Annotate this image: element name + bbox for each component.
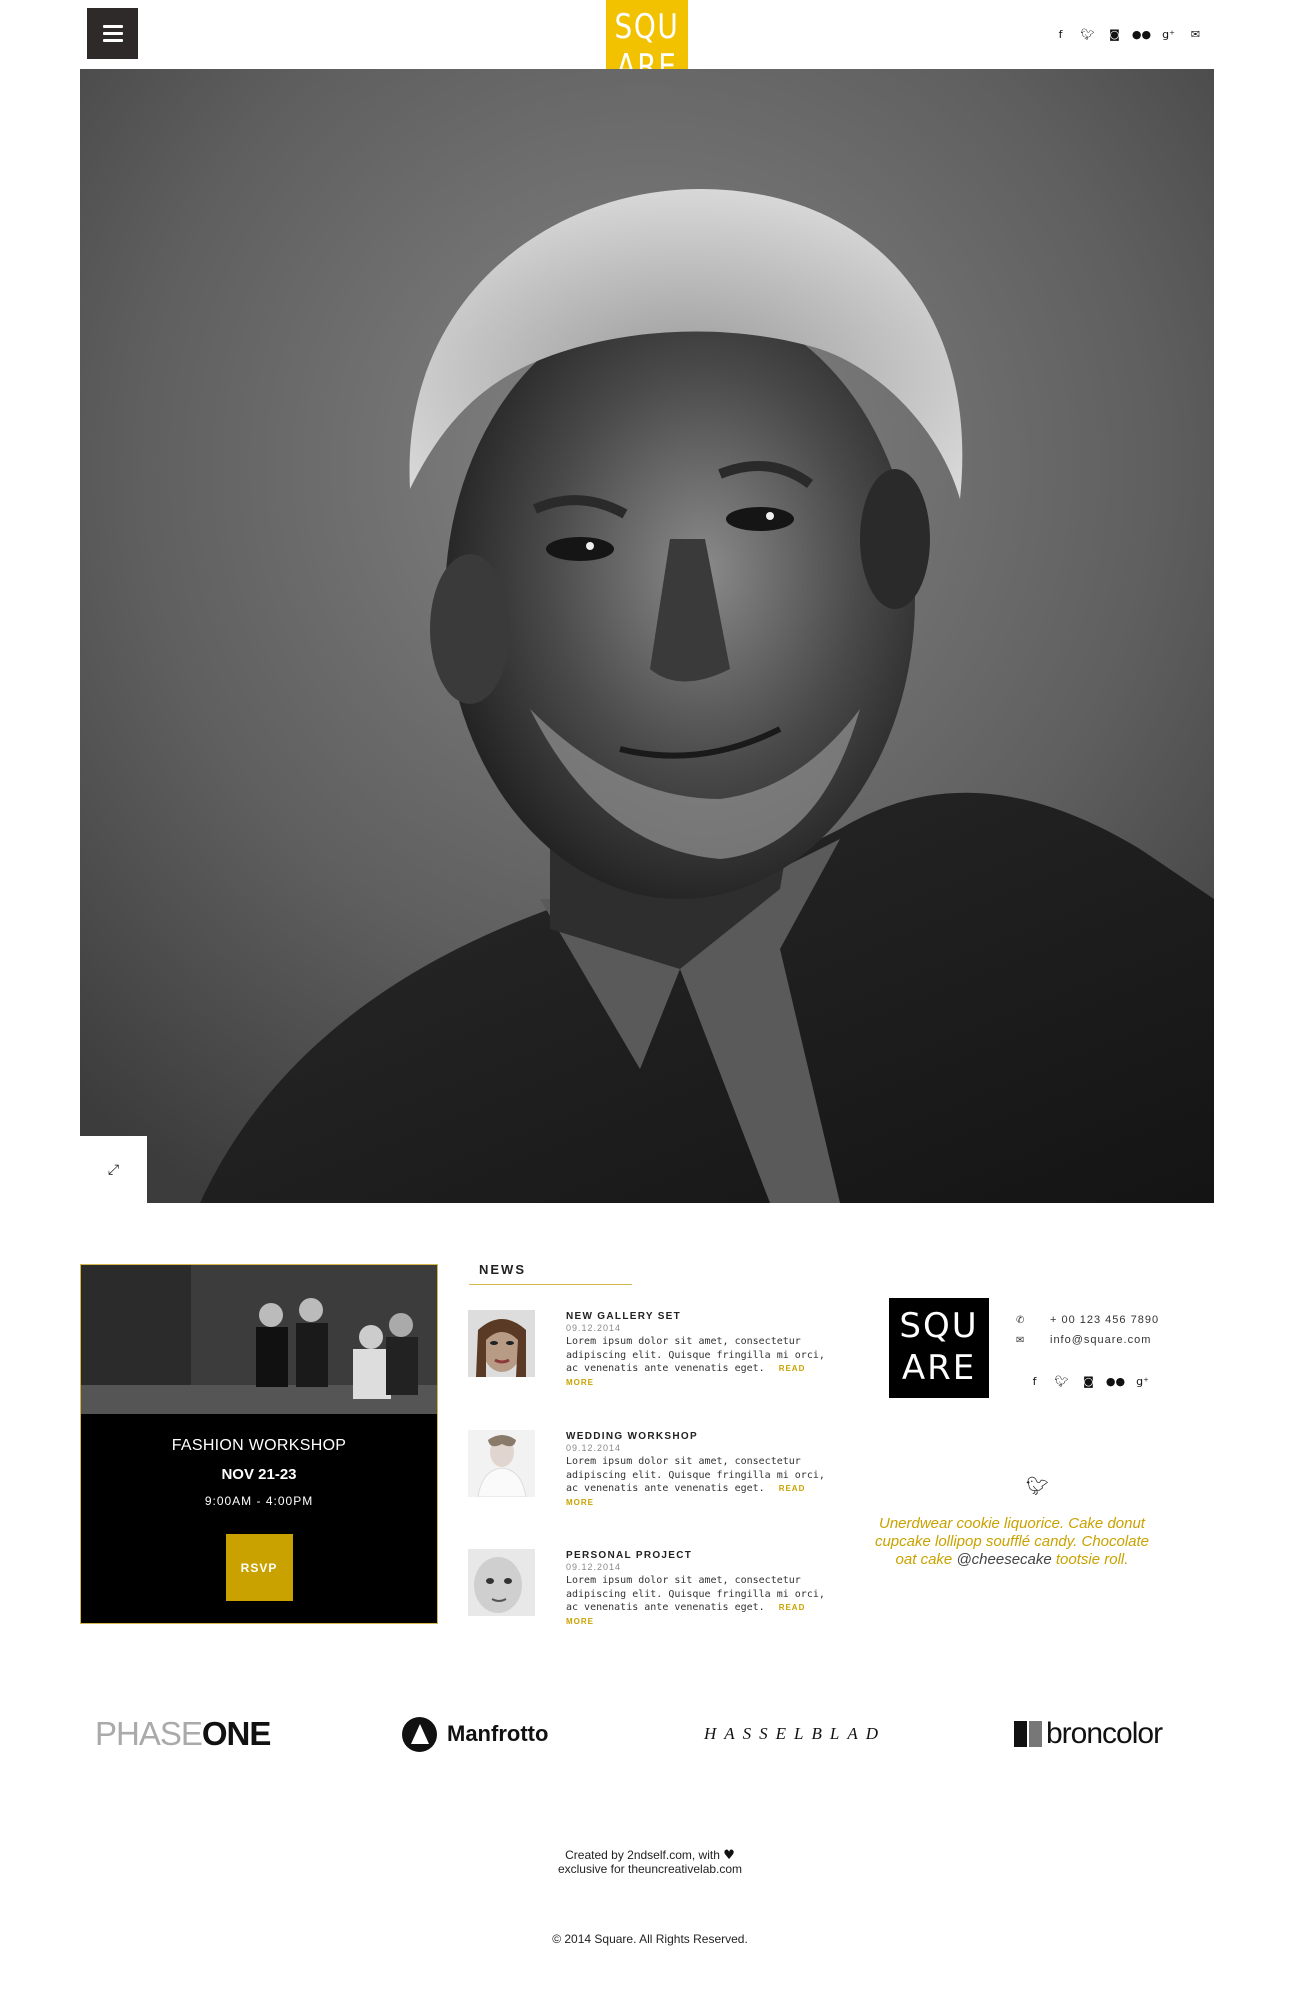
expand-icon[interactable]: ⤢	[80, 1136, 147, 1203]
news-divider	[469, 1284, 632, 1285]
facebook-icon[interactable]: f	[1054, 28, 1067, 41]
google-plus-icon[interactable]: g⁺	[1136, 1375, 1149, 1388]
flickr-icon[interactable]: ●●	[1132, 28, 1151, 41]
news-title[interactable]: WEDDING WORKSHOP	[566, 1431, 828, 1442]
email-icon[interactable]: ✉	[1189, 28, 1202, 41]
contact-email: ✉ info@square.com	[1016, 1334, 1151, 1346]
contact-phone: ✆ + 00 123 456 7890	[1016, 1314, 1159, 1326]
logo-line-2: ARE	[901, 1348, 977, 1388]
news-item: WEDDING WORKSHOP 09.12.2014 Lorem ipsum …	[468, 1430, 828, 1507]
brand-manfrotto[interactable]: Manfrotto	[402, 1714, 548, 1754]
email-icon: ✉	[1016, 1334, 1026, 1346]
logo-line-1: SQU	[614, 7, 680, 47]
latest-tweet: Unerdwear cookie liquorice. Cake donut c…	[874, 1515, 1150, 1568]
footer-logo[interactable]: SQU ARE	[889, 1298, 989, 1398]
phone-icon: ✆	[1016, 1314, 1026, 1326]
news-item: NEW GALLERY SET 09.12.2014 Lorem ipsum d…	[468, 1310, 828, 1387]
news-thumbnail[interactable]	[468, 1430, 535, 1497]
twitter-bird-icon: 🐦︎	[1026, 1476, 1049, 1497]
hamburger-icon	[102, 25, 123, 28]
twitter-icon[interactable]: 🐦︎	[1055, 1375, 1069, 1388]
menu-button[interactable]	[87, 8, 138, 59]
event-title: FASHION WORKSHOP	[171, 1437, 347, 1454]
news-item: PERSONAL PROJECT 09.12.2014 Lorem ipsum …	[468, 1549, 828, 1626]
logo-line-1: SQU	[899, 1306, 979, 1346]
news-excerpt: Lorem ipsum dolor sit amet, consectetur …	[566, 1336, 825, 1387]
instagram-icon[interactable]: ◙	[1082, 1375, 1095, 1388]
google-plus-icon[interactable]: g⁺	[1162, 28, 1175, 41]
email-address[interactable]: info@square.com	[1050, 1334, 1151, 1346]
manfrotto-logo-icon	[402, 1716, 437, 1752]
news-excerpt: Lorem ipsum dolor sit amet, consectetur …	[566, 1575, 825, 1626]
news-date: 09.12.2014	[566, 1323, 622, 1333]
news-title[interactable]: NEW GALLERY SET	[566, 1311, 828, 1322]
brand-phase-one[interactable]: PHASE ONE	[95, 1714, 271, 1754]
news-thumbnail[interactable]	[468, 1310, 535, 1377]
credit-line-2[interactable]: exclusive for theuncreativelab.com	[0, 1862, 1300, 1876]
news-thumbnail[interactable]	[468, 1549, 535, 1616]
credit-line-1: Created by 2ndself.com, with ♥	[565, 1848, 735, 1863]
phone-number[interactable]: + 00 123 456 7890	[1050, 1314, 1159, 1326]
event-photo	[81, 1265, 437, 1414]
header-social-links: f 🐦︎ ◙ ●● g⁺ ✉	[1054, 28, 1202, 41]
facebook-icon[interactable]: f	[1028, 1375, 1041, 1388]
news-heading: NEWS	[479, 1262, 526, 1277]
event-photo-illustration	[81, 1265, 437, 1414]
event-time: 9:00AM - 4:00PM	[204, 1494, 314, 1508]
event-card: FASHION WORKSHOP NOV 21-23 9:00AM - 4:00…	[80, 1264, 438, 1624]
copyright: © 2014 Square. All Rights Reserved.	[552, 1932, 748, 1946]
hero-portrait	[80, 69, 1214, 1203]
tweet-handle[interactable]: @cheesecake	[956, 1551, 1051, 1568]
twitter-icon[interactable]: 🐦︎	[1081, 28, 1095, 41]
brand-hasselblad[interactable]: HASSELBLAD	[704, 1714, 886, 1754]
instagram-icon[interactable]: ◙	[1108, 28, 1121, 41]
flickr-icon[interactable]: ●●	[1106, 1375, 1125, 1388]
rsvp-button[interactable]: RSVP	[225, 1534, 293, 1601]
broncolor-logo-icon	[1014, 1721, 1042, 1747]
portrait-illustration	[80, 69, 1214, 1203]
heart-icon: ♥	[723, 1848, 735, 1863]
contact-social-links: f 🐦︎ ◙ ●● g⁺	[1028, 1375, 1149, 1388]
news-excerpt: Lorem ipsum dolor sit amet, consectetur …	[566, 1456, 825, 1507]
news-title[interactable]: PERSONAL PROJECT	[566, 1550, 828, 1561]
event-date: NOV 21-23	[221, 1466, 297, 1483]
brand-broncolor[interactable]: broncolor	[1014, 1714, 1163, 1754]
news-date: 09.12.2014	[566, 1443, 622, 1453]
news-date: 09.12.2014	[566, 1562, 622, 1572]
